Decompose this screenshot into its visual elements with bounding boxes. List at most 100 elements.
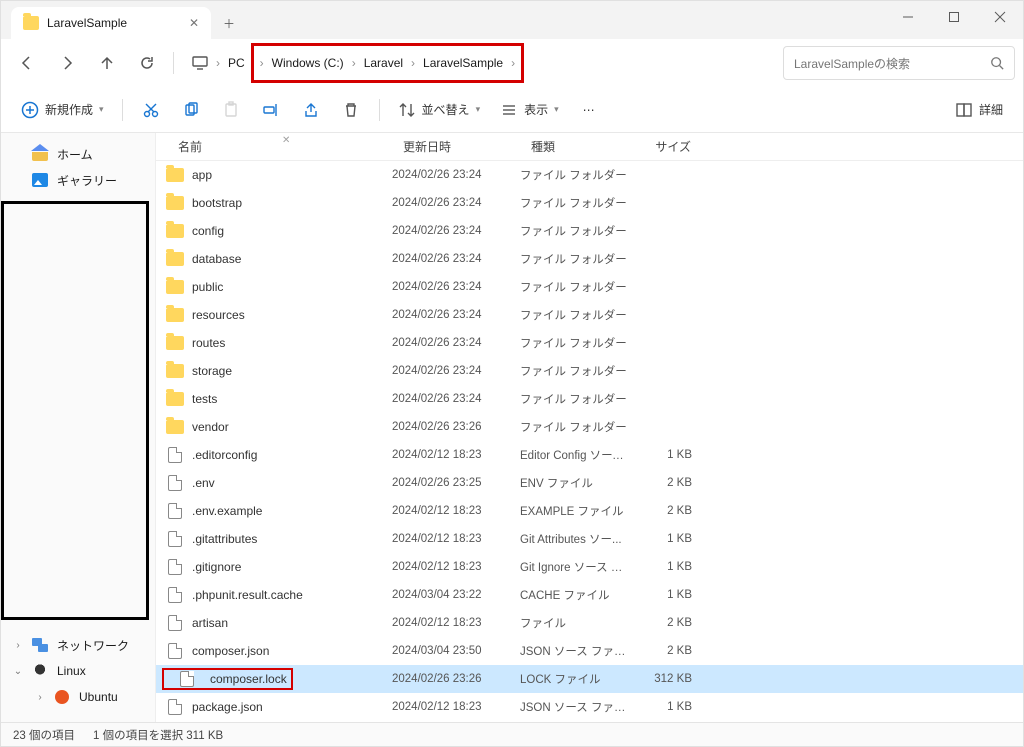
file-size: 1 KB xyxy=(630,533,702,545)
file-size: 1 KB xyxy=(630,589,702,601)
tab-current[interactable]: LaravelSample ✕ xyxy=(11,7,211,39)
pc-icon[interactable] xyxy=(186,52,214,74)
file-type: Git Ignore ソース フ... xyxy=(520,559,630,575)
file-type: JSON ソース ファイル xyxy=(520,699,630,715)
new-button[interactable]: 新規作成 ▾ xyxy=(15,97,110,123)
chevron-down-icon[interactable]: ⌄ xyxy=(13,666,23,677)
search-input[interactable]: LaravelSampleの検索 xyxy=(783,46,1015,80)
file-row[interactable]: tests2024/02/26 23:24ファイル フォルダー xyxy=(156,385,1023,413)
chevron-right-icon[interactable]: › xyxy=(214,56,222,70)
breadcrumb-item-2[interactable]: LaravelSample xyxy=(417,52,509,74)
file-row[interactable]: composer.json2024/03/04 23:50JSON ソース ファ… xyxy=(156,637,1023,665)
file-date: 2024/02/26 23:24 xyxy=(392,393,520,405)
sidebar-item-network[interactable]: › ネットワーク xyxy=(1,632,155,658)
file-icon xyxy=(166,475,184,491)
file-row[interactable]: app2024/02/26 23:24ファイル フォルダー xyxy=(156,161,1023,189)
file-list[interactable]: app2024/02/26 23:24ファイル フォルダーbootstrap20… xyxy=(156,161,1023,722)
chevron-right-icon[interactable]: › xyxy=(509,56,517,70)
file-row[interactable]: .editorconfig2024/02/12 18:23Editor Conf… xyxy=(156,441,1023,469)
copy-button[interactable] xyxy=(175,97,207,123)
cut-button[interactable] xyxy=(135,97,167,123)
back-button[interactable] xyxy=(9,45,45,81)
file-icon xyxy=(166,643,184,659)
file-row[interactable]: package.json2024/02/12 18:23JSON ソース ファイ… xyxy=(156,693,1023,721)
status-selection: 1 個の項目を選択 311 KB xyxy=(93,727,223,743)
breadcrumb-item-1[interactable]: Laravel xyxy=(358,52,409,74)
tab-close-icon[interactable]: ✕ xyxy=(189,16,199,30)
column-size[interactable]: サイズ xyxy=(629,138,701,155)
trash-icon xyxy=(342,101,360,119)
file-date: 2024/03/04 23:22 xyxy=(392,589,520,601)
file-row[interactable]: .env.example2024/02/12 18:23EXAMPLE ファイル… xyxy=(156,497,1023,525)
details-button[interactable]: 詳細 xyxy=(949,97,1009,123)
sidebar-item-ubuntu[interactable]: › Ubuntu xyxy=(1,684,155,710)
forward-button[interactable] xyxy=(49,45,85,81)
sort-button[interactable]: 並べ替え ▾ xyxy=(392,97,487,123)
sidebar-item-gallery[interactable]: ギャラリー xyxy=(1,167,155,193)
chevron-right-icon[interactable]: › xyxy=(409,56,417,70)
file-row[interactable]: storage2024/02/26 23:24ファイル フォルダー xyxy=(156,357,1023,385)
minimize-button[interactable] xyxy=(885,1,931,33)
chevron-right-icon[interactable]: › xyxy=(35,692,45,703)
file-row[interactable]: public2024/02/26 23:24ファイル フォルダー xyxy=(156,273,1023,301)
refresh-button[interactable] xyxy=(129,45,165,81)
file-row[interactable]: .env2024/02/26 23:25ENV ファイル2 KB xyxy=(156,469,1023,497)
file-row[interactable]: routes2024/02/26 23:24ファイル フォルダー xyxy=(156,329,1023,357)
file-row[interactable]: composer.lock2024/02/26 23:26LOCK ファイル31… xyxy=(156,665,1023,693)
column-type[interactable]: 種類 xyxy=(519,138,629,155)
breadcrumb-item-0[interactable]: Windows (C:) xyxy=(266,52,350,74)
file-date: 2024/02/26 23:24 xyxy=(392,253,520,265)
file-date: 2024/03/04 23:50 xyxy=(392,645,520,657)
sidebar-item-linux[interactable]: ⌄ Linux xyxy=(1,658,155,684)
share-button[interactable] xyxy=(295,97,327,123)
file-type: ファイル フォルダー xyxy=(520,335,630,351)
file-date: 2024/02/12 18:23 xyxy=(392,449,520,461)
sidebar-redacted-area xyxy=(1,201,149,620)
file-type: ファイル フォルダー xyxy=(520,251,630,267)
file-name: database xyxy=(192,252,392,266)
home-icon xyxy=(32,147,48,161)
column-name[interactable]: 名前 xyxy=(156,138,391,155)
close-button[interactable] xyxy=(977,1,1023,33)
rename-button[interactable] xyxy=(255,97,287,123)
file-name: config xyxy=(192,224,392,238)
file-size: 1 KB xyxy=(630,701,702,713)
view-button[interactable]: 表示 ▾ xyxy=(494,97,565,123)
file-type: ファイル フォルダー xyxy=(520,195,630,211)
file-row[interactable]: artisan2024/02/12 18:23ファイル2 KB xyxy=(156,609,1023,637)
file-row[interactable]: database2024/02/26 23:24ファイル フォルダー xyxy=(156,245,1023,273)
sidebar-item-home[interactable]: ホーム xyxy=(1,141,155,167)
file-type: EXAMPLE ファイル xyxy=(520,503,630,519)
file-row[interactable]: config2024/02/26 23:24ファイル フォルダー xyxy=(156,217,1023,245)
delete-button[interactable] xyxy=(335,97,367,123)
file-row[interactable]: vendor2024/02/26 23:26ファイル フォルダー xyxy=(156,413,1023,441)
file-date: 2024/02/26 23:24 xyxy=(392,309,520,321)
file-name: .editorconfig xyxy=(192,448,392,462)
file-date: 2024/02/26 23:26 xyxy=(392,421,520,433)
file-date: 2024/02/12 18:23 xyxy=(392,617,520,629)
file-row[interactable]: .gitattributes2024/02/12 18:23Git Attrib… xyxy=(156,525,1023,553)
chevron-right-icon[interactable]: › xyxy=(258,56,266,70)
file-row[interactable]: bootstrap2024/02/26 23:24ファイル フォルダー xyxy=(156,189,1023,217)
chevron-right-icon[interactable]: › xyxy=(350,56,358,70)
tab-title: LaravelSample xyxy=(47,16,127,30)
file-row[interactable]: .gitignore2024/02/12 18:23Git Ignore ソース… xyxy=(156,553,1023,581)
chevron-right-icon[interactable]: › xyxy=(13,640,23,651)
up-button[interactable] xyxy=(89,45,125,81)
close-panel-icon[interactable]: ✕ xyxy=(282,135,290,146)
sidebar: ホーム ギャラリー › ネットワーク ⌄ Linux › Ubuntu xyxy=(1,133,156,722)
file-name: public xyxy=(192,280,392,294)
new-tab-button[interactable]: ＋ xyxy=(211,7,247,39)
breadcrumb-pc[interactable]: PC xyxy=(222,52,251,74)
file-name: .phpunit.result.cache xyxy=(192,588,392,602)
more-button[interactable]: ⋯ xyxy=(573,99,605,121)
file-icon xyxy=(166,559,184,575)
column-date[interactable]: 更新日時 xyxy=(391,138,519,155)
network-icon xyxy=(32,638,48,652)
column-headers[interactable]: ✕ 名前 更新日時 種類 サイズ xyxy=(156,133,1023,161)
file-row[interactable]: .phpunit.result.cache2024/03/04 23:22CAC… xyxy=(156,581,1023,609)
maximize-button[interactable] xyxy=(931,1,977,33)
file-row[interactable]: resources2024/02/26 23:24ファイル フォルダー xyxy=(156,301,1023,329)
file-type: LOCK ファイル xyxy=(520,671,630,687)
breadcrumb[interactable]: › PC › Windows (C:) › Laravel › LaravelS… xyxy=(182,46,779,80)
